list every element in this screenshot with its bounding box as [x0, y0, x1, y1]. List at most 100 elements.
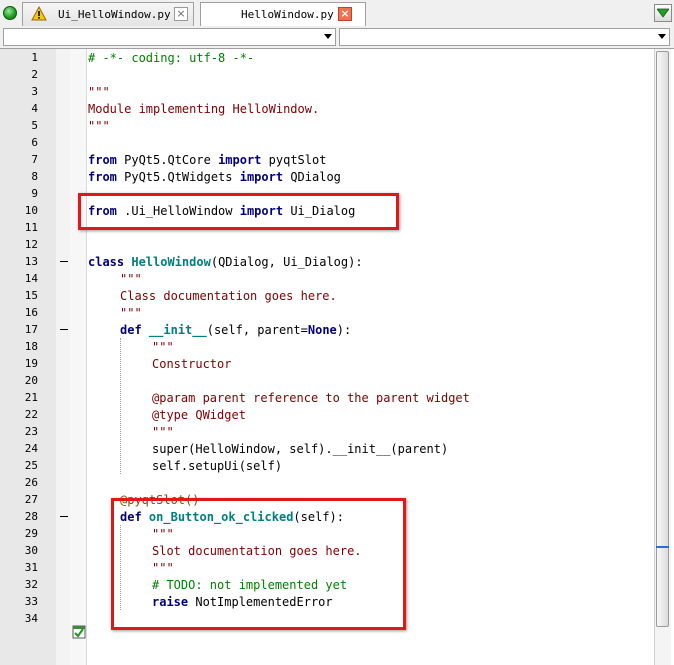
close-tab-icon[interactable]: × [174, 7, 188, 21]
line-number: 31 [24, 561, 38, 574]
line-number: 21 [24, 391, 38, 404]
class-selector[interactable] [3, 28, 336, 46]
code-line-21: @param parent reference to the parent wi… [152, 390, 470, 407]
line-number: 12 [24, 238, 38, 251]
string-token: """ [120, 306, 142, 320]
keyword-token: import [218, 153, 262, 167]
identifier-token: self.setupUi(self) [152, 459, 283, 473]
line-number: 4 [31, 102, 38, 115]
member-selector[interactable] [339, 28, 670, 46]
string-token: """ [152, 340, 174, 354]
code-line-8: from PyQt5.QtWidgets import QDialog [88, 169, 341, 186]
code-line-25: self.setupUi(self) [152, 458, 282, 475]
keyword-token: from [88, 153, 117, 167]
line-number: 16 [24, 306, 38, 319]
string-token: """ [152, 425, 174, 439]
code-line-3: """ [88, 84, 110, 101]
vertical-scrollbar[interactable] [654, 49, 671, 665]
code-line-22: @type QWidget [152, 407, 246, 424]
line-number: 10 [24, 204, 38, 217]
line-number: 1 [31, 51, 38, 64]
class-name-token: HelloWindow [131, 255, 211, 269]
code-line-7: from PyQt5.QtCore import pyqtSlot [88, 152, 326, 169]
highlight-box-slot [111, 498, 406, 630]
marker-gutter [70, 49, 87, 665]
chevron-down-icon [324, 34, 332, 39]
code-line-14: """ [120, 271, 142, 288]
code-line-1: # -*- coding: utf-8 -*- [88, 50, 254, 67]
line-number: 5 [31, 119, 38, 132]
function-name-token: __init__ [148, 323, 207, 337]
module-token: PyQt5.QtWidgets [116, 170, 240, 184]
navigation-bar [0, 26, 674, 48]
line-number: 25 [24, 459, 38, 472]
close-tab-icon[interactable]: × [338, 7, 352, 21]
tab-bar: Ui_HelloWindow.py × HelloWindow.py × [0, 0, 674, 27]
line-number: 7 [31, 153, 38, 166]
code-line-5: """ [88, 118, 110, 135]
string-token: @param parent reference to the parent wi… [152, 391, 470, 405]
line-number: 20 [24, 374, 38, 387]
line-number: 22 [24, 408, 38, 421]
code-line-18: """ [152, 339, 174, 356]
keyword-token: class [88, 255, 125, 269]
chevron-down-icon [658, 34, 666, 39]
fold-marker-icon[interactable] [60, 516, 68, 517]
line-number: 9 [31, 187, 38, 200]
line-number: 26 [24, 476, 38, 489]
line-number: 8 [31, 170, 38, 183]
line-number: 11 [24, 221, 38, 234]
identifier-token: super(HelloWindow, self).__init__(parent… [152, 442, 449, 456]
code-line-17: def __init__(self, parent=None): [120, 322, 351, 339]
keyword-token: None [307, 323, 337, 337]
indent-guide [120, 338, 121, 474]
identifier-token: pyqtSlot [261, 153, 327, 167]
string-token: @type QWidget [152, 408, 246, 422]
warning-icon [31, 6, 47, 21]
code-line-24: super(HelloWindow, self).__init__(parent… [152, 441, 448, 458]
highlight-box-import [78, 193, 399, 230]
chevron-down-icon [657, 8, 669, 18]
string-token: """ [88, 85, 110, 99]
code-editor[interactable]: 1 2 3 4 5 6 7 8 9 10 11 12 13 14 15 16 17 18 19 20 21 22 23 24 2… [0, 48, 674, 665]
line-number: 33 [24, 595, 38, 608]
code-line-13: class HelloWindow(QDialog, Ui_Dialog): [88, 254, 363, 271]
string-token: Class documentation goes here. [120, 289, 337, 303]
line-number: 3 [31, 85, 38, 98]
fold-marker-icon[interactable] [60, 329, 68, 330]
line-number: 24 [24, 442, 38, 455]
line-number: 17 [24, 323, 38, 336]
identifier-token: (QDialog, Ui_Dialog): [210, 255, 363, 269]
line-number: 6 [31, 136, 38, 149]
tab-list-button[interactable] [654, 4, 672, 22]
fold-marker-icon[interactable] [60, 261, 68, 262]
scrollbar-thumb[interactable] [656, 51, 669, 627]
scrollbar-marker [656, 546, 669, 548]
identifier-token: ): [336, 323, 352, 337]
line-number: 13 [24, 255, 38, 268]
string-token: """ [120, 272, 142, 286]
string-token: """ [88, 119, 110, 133]
string-token: Module implementing HelloWindow. [88, 102, 320, 116]
task-check-icon[interactable] [72, 625, 86, 639]
line-number: 19 [24, 357, 38, 370]
keyword-token: def [120, 323, 142, 337]
line-number: 29 [24, 527, 38, 540]
tab-hellowindow[interactable]: HelloWindow.py × [200, 2, 366, 27]
line-number: 34 [24, 612, 38, 625]
code-line-19: Constructor [152, 356, 231, 373]
tab-label: Ui_HelloWindow.py [58, 8, 171, 21]
line-number: 30 [24, 544, 38, 557]
code-line-23: """ [152, 424, 174, 441]
line-number: 28 [24, 510, 38, 523]
code-line-16: """ [120, 305, 142, 322]
comment-token: # -*- coding: utf-8 -*- [88, 51, 255, 65]
code-line-4: Module implementing HelloWindow. [88, 101, 319, 118]
line-number: 27 [24, 493, 38, 506]
line-number: 2 [31, 68, 38, 81]
line-number: 32 [24, 578, 38, 591]
keyword-token: from [88, 170, 117, 184]
tab-ui-hellowindow[interactable]: Ui_HelloWindow.py × [22, 2, 194, 26]
code-line-15: Class documentation goes here. [120, 288, 337, 305]
keyword-token: import [239, 170, 284, 184]
